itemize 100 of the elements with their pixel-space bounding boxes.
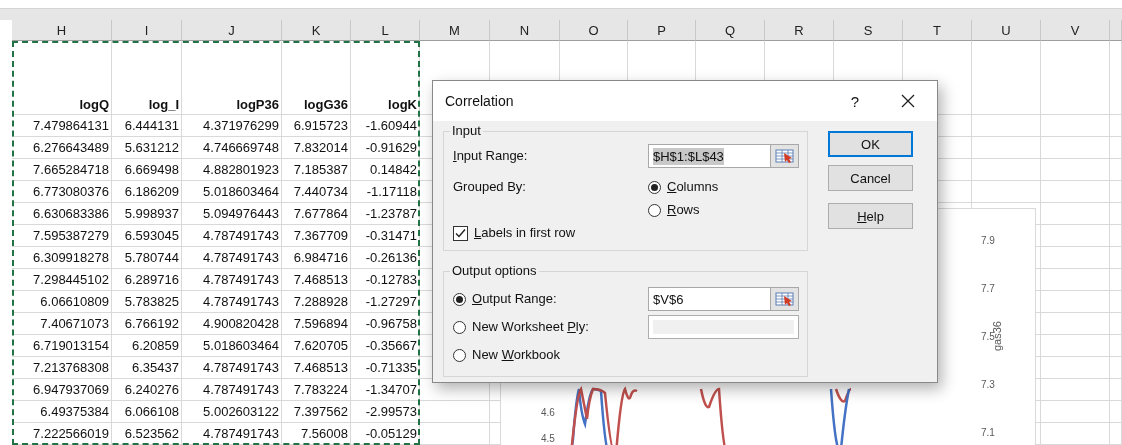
table-cell — [1110, 401, 1122, 423]
table-cell: 6.276643489 — [12, 137, 112, 159]
column-label: logK — [351, 41, 420, 115]
table-cell — [1041, 137, 1110, 159]
dialog-button[interactable]: Cancel — [828, 165, 913, 191]
table-cell: 6.947937069 — [12, 379, 112, 401]
table-cell: 6.444131 — [112, 115, 182, 137]
input-field[interactable]: $V$6 — [648, 287, 771, 311]
column-header[interactable]: K — [282, 20, 351, 41]
column-header[interactable]: V — [1041, 20, 1110, 41]
table-cell: 7.783224 — [282, 379, 351, 401]
table-cell: 6.523562 — [112, 423, 182, 445]
window-title: Correlation — [445, 93, 515, 109]
radio-label: New Workbook — [472, 347, 560, 363]
table-cell: 5.002603122 — [182, 401, 282, 423]
table-cell: 4.882801923 — [182, 159, 282, 181]
column-header[interactable]: H — [12, 20, 112, 41]
table-cell: 4.746669748 — [182, 137, 282, 159]
table-cell — [972, 137, 1041, 159]
table-cell — [972, 115, 1041, 137]
column-label: log_I — [112, 41, 182, 115]
table-cell: 0.14842 — [351, 159, 420, 181]
checkbox[interactable] — [453, 225, 468, 241]
axis-tick-label: 7.1 — [981, 426, 995, 440]
table-cell: 6.49375384 — [12, 401, 112, 423]
table-cell: 5.780744 — [112, 247, 182, 269]
radio-button[interactable] — [453, 348, 466, 362]
table-cell — [1110, 423, 1122, 445]
radio-button[interactable] — [648, 203, 661, 217]
axis-tick-label: 7.5 — [981, 331, 995, 342]
table-cell: 5.094976443 — [182, 203, 282, 225]
table-cell: 5.998937 — [112, 203, 182, 225]
column-header[interactable]: M — [420, 20, 490, 41]
table-cell: 6.593045 — [112, 225, 182, 247]
table-cell: 7.596894 — [282, 313, 351, 335]
radio-button[interactable] — [648, 180, 661, 194]
table-cell — [1110, 115, 1122, 137]
table-cell: 4.787491743 — [182, 247, 282, 269]
column-header[interactable]: I — [112, 20, 182, 41]
column-header[interactable]: L — [351, 20, 420, 41]
column-header[interactable]: Q — [696, 20, 765, 41]
table-cell: 5.783825 — [112, 291, 182, 313]
table-cell: 6.984716 — [282, 247, 351, 269]
column-header[interactable]: J — [182, 20, 282, 41]
table-cell — [1110, 203, 1122, 225]
table-cell: -2.99573 — [351, 401, 420, 423]
field-label: Input Range: — [453, 148, 529, 164]
column-header[interactable]: P — [628, 20, 696, 41]
table-cell — [1110, 357, 1122, 379]
radio-label: Columns — [667, 179, 719, 195]
table-cell: 7.468513 — [282, 269, 351, 291]
column-header[interactable]: R — [765, 20, 834, 41]
table-cell: -1.27297 — [351, 291, 420, 313]
range-picker-icon[interactable] — [771, 287, 799, 311]
column-header[interactable]: N — [490, 20, 560, 41]
group-label: Input — [450, 123, 483, 139]
dialog-button[interactable]: Help — [828, 203, 913, 229]
column-label: logG36 — [282, 41, 351, 115]
table-cell: -0.35667 — [351, 335, 420, 357]
axis-tick-label: 7.3 — [981, 378, 995, 392]
table-cell: 6.719013154 — [12, 335, 112, 357]
table-cell: -0.31471 — [351, 225, 420, 247]
table-cell: 6.289716 — [112, 269, 182, 291]
table-cell: 7.468513 — [282, 357, 351, 379]
checkbox-label: Labels in first row — [474, 225, 576, 241]
column-header[interactable]: O — [560, 20, 628, 41]
column-header[interactable]: T — [903, 20, 972, 41]
help-button[interactable]: ? — [846, 90, 863, 112]
table-cell: 7.40671073 — [12, 313, 112, 335]
table-cell: 5.631212 — [112, 137, 182, 159]
table-cell — [972, 159, 1041, 181]
input-field[interactable]: $H$1:$L$43 — [648, 144, 771, 168]
dialog-button[interactable]: OK — [828, 131, 913, 157]
table-cell: 7.213768308 — [12, 357, 112, 379]
table-cell: 6.186209 — [112, 181, 182, 203]
radio-button[interactable] — [453, 292, 466, 306]
close-icon[interactable] — [901, 94, 915, 108]
range-picker-icon[interactable] — [771, 144, 799, 168]
table-cell: 7.620705 — [282, 335, 351, 357]
table-cell: 7.677864 — [282, 203, 351, 225]
table-cell: 7.440734 — [282, 181, 351, 203]
table-cell: 7.367709 — [282, 225, 351, 247]
column-label: logQ — [12, 41, 112, 115]
table-cell: 7.288928 — [282, 291, 351, 313]
table-cell: 4.900820428 — [182, 313, 282, 335]
table-cell: -1.60944 — [351, 115, 420, 137]
table-cell: -0.12783 — [351, 269, 420, 291]
table-cell: -1.23787 — [351, 203, 420, 225]
table-cell — [1110, 269, 1122, 291]
radio-button[interactable] — [453, 320, 466, 334]
column-header[interactable]: U — [972, 20, 1041, 41]
table-cell: -0.96758 — [351, 313, 420, 335]
column-header[interactable]: S — [834, 20, 903, 41]
table-cell: 7.665284718 — [12, 159, 112, 181]
table-cell: -1.17118 — [351, 181, 420, 203]
table-cell: 7.832014 — [282, 137, 351, 159]
table-cell: 6.066108 — [112, 401, 182, 423]
table-cell: 5.018603464 — [182, 181, 282, 203]
table-cell: 4.787491743 — [182, 357, 282, 379]
table-cell: 7.397562 — [282, 401, 351, 423]
